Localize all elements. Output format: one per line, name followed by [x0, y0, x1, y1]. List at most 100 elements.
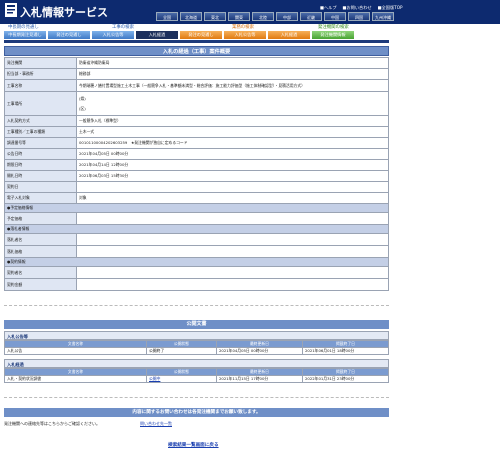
method-value: 一般競争入札（標準型）	[76, 115, 389, 127]
region-button-hokuriku[interactable]: 北陸	[252, 12, 274, 21]
inquiry-title: 内容に関するお問い合わせは各発注機関までお願い致します。	[4, 408, 389, 417]
detail-row: 期限日時 2021年04月14日 12時00分	[4, 159, 389, 171]
doc-end: 2022年01月31日 23時00分	[302, 375, 389, 383]
pub-value: 2021年04月05日 00時00分	[76, 148, 389, 160]
contact-link[interactable]: ■お問い合わせ	[341, 4, 374, 12]
contract-amount-value	[76, 278, 389, 291]
column-header: 公開状態	[146, 340, 217, 348]
winner-name-value	[76, 233, 389, 246]
detail-section-row: ●契約情報	[4, 257, 389, 267]
detail-row: 調達番号等 00101100004202603259 ★発注機関が独自に定めるコー…	[4, 137, 389, 149]
contractor-label: 契約者名	[4, 266, 77, 279]
tab-long-term-outlook[interactable]: 中長期発注見通し	[4, 31, 46, 39]
contract-section-heading: ●契約情報	[4, 257, 389, 267]
price-section-heading: ●予定価格情報	[4, 203, 389, 213]
help-link[interactable]: ■ヘルプ	[318, 4, 339, 12]
doc-end: 2021年06月01日 18時00分	[302, 347, 389, 355]
detail-row: 落札者名	[4, 233, 389, 246]
doc-updated: 2021年11月15日 17時00分	[216, 375, 303, 383]
table-row: 入札・契約状況調書 公開中 2021年11月15日 17時00分 2022年01…	[4, 375, 389, 383]
region-button-kanto[interactable]: 関東	[228, 12, 250, 21]
contact-list-link[interactable]: 問い合わせ先一覧	[140, 421, 172, 427]
column-header: 文書名称	[4, 368, 147, 376]
type-value: 土木一式	[76, 126, 389, 138]
tab-construction-notices[interactable]: 入札公告等	[92, 31, 134, 39]
winner-price-value	[76, 245, 389, 258]
org-label: 発注機関	[4, 57, 77, 69]
table-header-row: 文書名称 公開状態 最終更新日 掲載終了日	[4, 368, 389, 376]
detail-row: 開札日時 2021年06月03日 15時30分	[4, 170, 389, 182]
detail-row: 工事場所 (県) (区)	[4, 91, 389, 116]
region-button-kinki[interactable]: 近畿	[300, 12, 322, 21]
region-button-chubu[interactable]: 中部	[276, 12, 298, 21]
doc-name: 入札公告	[4, 347, 147, 355]
results-subheading: 入札経過	[4, 359, 389, 368]
doc-updated: 2021年04月05日 00時00分	[216, 347, 303, 355]
notices-doc-table: 文書名称 公開状態 最終更新日 掲載終了日 入札公告 公開終了 2021年04月…	[4, 340, 389, 355]
nav-underline	[4, 40, 389, 43]
id-note: ★発注機関が独自に定めるコード	[130, 140, 188, 145]
national-top-link[interactable]: ■全国版TOP	[376, 4, 405, 12]
tab-construction-results[interactable]: 入札経過	[136, 31, 178, 39]
deadline-label: 期限日時	[4, 159, 77, 171]
detail-row: 契約者名	[4, 266, 389, 279]
column-header: 公開状態	[146, 368, 217, 376]
detail-row: 契約金額	[4, 278, 389, 291]
tab-service-outlook[interactable]: 発注の見通し	[180, 31, 222, 39]
page-title: 入札の経過（工事）案件概要	[4, 46, 389, 56]
column-header: 文書名称	[4, 340, 147, 348]
region-button-hokkaido[interactable]: 北海道	[180, 12, 202, 21]
detail-row: 電子入札対象 対象	[4, 192, 389, 204]
doc-name: 入札・契約状況調書	[4, 375, 147, 383]
region-button-kyushu-okinawa[interactable]: 九州沖縄	[372, 12, 394, 21]
type-label: 工事種別／工事の種類	[4, 126, 77, 138]
contract-date-label: 契約日	[4, 181, 77, 193]
detail-row: 契約日	[4, 181, 389, 193]
id-label: 調達番号等	[4, 137, 77, 149]
column-header: 最終更新日	[216, 368, 303, 376]
region-button-zenkoku[interactable]: 全国	[156, 12, 178, 21]
contractor-value	[76, 266, 389, 279]
detail-section-row: ●予定価格情報	[4, 203, 389, 213]
office-label: 担当部・事務所	[4, 68, 77, 80]
e-bid-value: 対象	[76, 192, 389, 204]
tab-service-notices[interactable]: 入札公告等	[224, 31, 266, 39]
winner-name-label: 落札者名	[4, 233, 77, 246]
site-header: 入札情報サービス ■ヘルプ ■お問い合わせ ■全国版TOP 全国 北海道 東北 …	[0, 0, 500, 24]
detail-row: 予定価格	[4, 212, 389, 225]
category-label-service: 業務の検索	[232, 25, 254, 30]
detail-row: 工事名称 今期瑞穂ノ繕付置場型施工土木工事（一般競争入札・基準額未満型・総合評価：…	[4, 79, 389, 92]
contract-date-value	[76, 181, 389, 193]
name-label: 工事名称	[4, 79, 77, 92]
category-label-construction: 工事の検索	[112, 25, 134, 30]
table-header-row: 文書名称 公開状態 最終更新日 掲載終了日	[4, 340, 389, 348]
place-label: 工事場所	[4, 91, 77, 116]
region-button-tohoku[interactable]: 東北	[204, 12, 226, 21]
place-value-2: (区)	[79, 105, 86, 111]
divider	[4, 397, 389, 398]
office-value: 総務部	[76, 68, 389, 80]
site-title: 入札情報サービス	[20, 6, 108, 19]
tab-service-results[interactable]: 入札経過	[268, 31, 310, 39]
winner-price-label: 落札価格	[4, 245, 77, 258]
category-label-outlook: 中長期の見通し	[8, 25, 39, 30]
tab-construction-outlook[interactable]: 発注の見通し	[48, 31, 90, 39]
tab-agency-info[interactable]: 発注機関情報	[312, 31, 354, 39]
detail-section-row: ●落札者情報	[4, 224, 389, 234]
documents-title: 公開文書	[4, 320, 389, 329]
column-header: 最終更新日	[216, 340, 303, 348]
table-row: 入札公告 公開終了 2021年04月05日 00時00分 2021年06月01日…	[4, 347, 389, 355]
winner-section-heading: ●落札者情報	[4, 224, 389, 234]
region-button-shikoku[interactable]: 四国	[348, 12, 370, 21]
column-header: 掲載終了日	[302, 368, 389, 376]
detail-table: 発注機関 防衛省沖縄防衛局 担当部・事務所 総務部 工事名称 今期瑞穂ノ繕付置場型施工…	[4, 57, 389, 291]
opening-value: 2021年06月03日 15時30分	[76, 170, 389, 182]
method-label: 入札契約方式	[4, 115, 77, 127]
doc-status-link[interactable]: 公開中	[146, 375, 217, 383]
contract-amount-label: 契約金額	[4, 278, 77, 291]
place-value-1: (県)	[79, 95, 86, 101]
back-to-results-link[interactable]: 検索結果一覧画面に戻る	[168, 442, 219, 448]
estimated-price-value	[76, 212, 389, 225]
divider	[4, 305, 389, 306]
region-button-chugoku[interactable]: 中国	[324, 12, 346, 21]
